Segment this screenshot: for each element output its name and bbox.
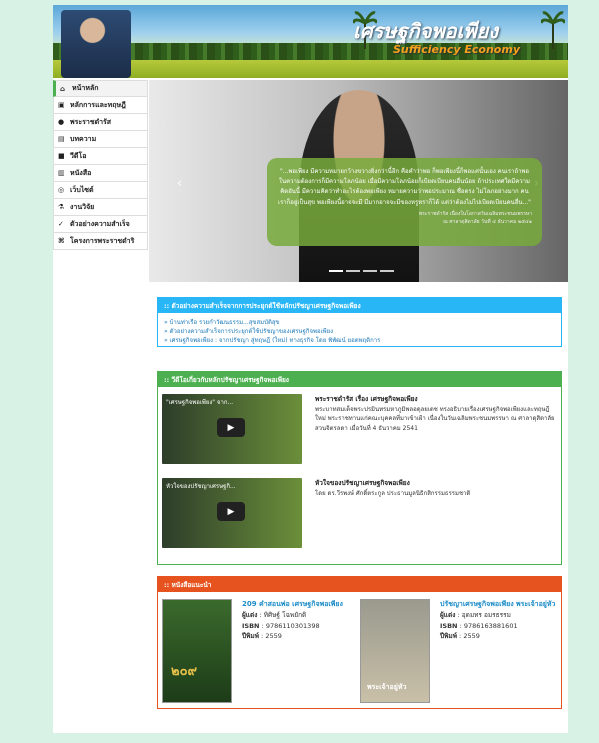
- sitemap-icon: ⌘: [58, 237, 65, 245]
- book-author-label: ผู้แต่ง: [440, 611, 456, 620]
- king-portrait-image: [61, 10, 131, 78]
- video-thumbnail[interactable]: หัวใจของปรัชญาเศรษฐกิ... ▶: [162, 478, 302, 548]
- book-info: ปรัชญาเศรษฐกิจพอเพียง พระเจ้าอยู่หัว ผู้…: [440, 599, 558, 641]
- book-author-label: ผู้แต่ง: [242, 611, 258, 620]
- sidebar-item-label: หลักการและทฤษฎี: [70, 100, 126, 109]
- page: เศรษฐกิจพอเพียง Sufficiency Economy ⌂ หน้…: [53, 5, 568, 733]
- sidebar-item-label: หนังสือ: [70, 168, 92, 177]
- slider-dot[interactable]: [363, 270, 377, 272]
- sidebar-item[interactable]: ▤ บทความ: [53, 131, 148, 148]
- document-icon: ▤: [58, 135, 65, 143]
- sidebar-item[interactable]: ⚗ งานวิจัย: [53, 199, 148, 216]
- quote-citation-1: พระราชดำรัส เนื่องในโอกาสวันเฉลิมพระชนมพ…: [418, 210, 532, 217]
- quote-text: "...พอเพียง มีความหมายกว้างขวางยิ่งกว่าน…: [278, 168, 531, 206]
- book-cover[interactable]: พระเจ้าอยู่หัว: [360, 599, 430, 703]
- play-icon[interactable]: ▶: [217, 418, 245, 437]
- sidebar-item[interactable]: ✓ ตัวอย่างความสำเร็จ: [53, 216, 148, 233]
- sidebar-item-label: ตัวอย่างความสำเร็จ: [70, 219, 130, 228]
- book-isbn-label: ISBN: [440, 621, 458, 630]
- videos-panel-heading: :: วีดีโอเกี่ยวกับหลักปรัชญาเศรษฐกิจพอเพ…: [158, 372, 561, 387]
- book-title[interactable]: ปรัชญาเศรษฐกิจพอเพียง พระเจ้าอยู่หัว: [440, 599, 558, 610]
- book-year: 2559: [463, 631, 480, 640]
- book-cover-text: ๒๐๙: [171, 664, 198, 679]
- video-title[interactable]: หัวใจของปรัชญาเศรษฐกิจพอเพียง: [315, 479, 410, 487]
- video-info: พระราชดำรัส เรื่อง เศรษฐกิจพอเพียง พระบา…: [315, 394, 555, 433]
- book-author: ทิศิษฐ์ โฉพยักติ: [263, 611, 307, 620]
- sidebar-item-label: หน้าหลัก: [72, 84, 99, 92]
- sidebar-item-label: โครงการพระราชดำริ: [70, 236, 135, 245]
- slider-dot[interactable]: [380, 270, 394, 272]
- video-info: หัวใจของปรัชญาเศรษฐกิจพอเพียง โดย ดร.วีร…: [315, 478, 555, 498]
- book-isbn: 9786110301398: [265, 621, 320, 630]
- book-author: อุดมทร อมรธรรม: [461, 611, 511, 620]
- thumbs-up-icon: ✓: [58, 220, 64, 228]
- videos-panel: :: วีดีโอเกี่ยวกับหลักปรัชญาเศรษฐกิจพอเพ…: [157, 371, 562, 565]
- globe-icon: ◎: [58, 186, 65, 194]
- books-panel-heading: :: หนังสือแนะนำ: [158, 577, 561, 592]
- sidebar-item[interactable]: ▣ หลักการและทฤษฎี: [53, 97, 148, 114]
- sidebar-item[interactable]: ■ วีดีโอ: [53, 148, 148, 165]
- book-year: 2559: [265, 631, 282, 640]
- book-isbn: 9786163881601: [463, 621, 518, 630]
- video-thumb-title: "เศรษฐกิจพอเพียง" จาก...: [166, 399, 234, 406]
- book-title[interactable]: 209 คำสอนพ่อ เศรษฐกิจพอเพียง: [242, 599, 362, 610]
- image-slider: ‹ › "...พอเพียง มีความหมายกว้างขวางยิ่งก…: [149, 80, 568, 282]
- book-info: 209 คำสอนพ่อ เศรษฐกิจพอเพียง ผู้แต่ง : ท…: [242, 599, 362, 641]
- video-icon: ■: [58, 152, 65, 160]
- quote-citation-2: ณ ศาลาดุสิดาลัย วันที่ ๔ ธันวาคม ๒๕๔๑: [443, 219, 532, 226]
- sidebar-item-label: พระราชดำรัส: [70, 117, 112, 126]
- sidebar-item[interactable]: ⌂ หน้าหลัก: [53, 80, 148, 97]
- book-year-label: ปีพิมพ์: [440, 631, 457, 640]
- slider-dot[interactable]: [329, 270, 343, 272]
- books-panel: :: หนังสือแนะนำ ๒๐๙ 209 คำสอนพ่อ เศรษฐกิ…: [157, 576, 562, 709]
- book-year-label: ปีพิมพ์: [242, 631, 259, 640]
- slider-dot[interactable]: [346, 270, 360, 272]
- book-cover-text: พระเจ้าอยู่หัว: [367, 683, 407, 691]
- book-icon: ▣: [58, 101, 65, 109]
- book-cover[interactable]: ๒๐๙: [162, 599, 232, 703]
- sidebar-item[interactable]: ● พระราชดำรัส: [53, 114, 148, 131]
- success-link[interactable]: » ตัวอย่างความสำเร็จการประยุกต์ใช้ปรัชญา…: [164, 327, 555, 336]
- video-thumbnail[interactable]: "เศรษฐกิจพอเพียง" จาก... ▶: [162, 394, 302, 464]
- video-description: โดย ดร.วีรพงษ์ ศักดิ์ตระกูล ประธานมูลนิธ…: [315, 489, 471, 497]
- sidebar-item[interactable]: ◎ เว็บไซต์: [53, 182, 148, 199]
- video-title[interactable]: พระราชดำรัส เรื่อง เศรษฐกิจพอเพียง: [315, 395, 418, 403]
- site-subtitle: Sufficiency Economy: [393, 43, 520, 56]
- video-thumb-title: หัวใจของปรัชญาเศรษฐกิ...: [166, 483, 236, 490]
- sidebar-item-label: เว็บไซต์: [70, 185, 94, 194]
- success-panel-heading: :: ตัวอย่างความสำเร็จจากการประยุกต์ใช้หล…: [158, 298, 561, 313]
- slider-indicators: [329, 270, 394, 272]
- palm-tree-icon: [541, 11, 565, 49]
- play-icon[interactable]: ▶: [217, 502, 245, 521]
- sidebar-item-label: วีดีโอ: [70, 151, 87, 160]
- book-icon: ▥: [58, 169, 65, 177]
- success-link[interactable]: » เศรษฐกิจพอเพียง : จากปรัชญา สู่ทฤษฎี (…: [164, 336, 555, 345]
- slider-prev-icon[interactable]: ‹: [177, 176, 182, 190]
- sidebar-item-label: งานวิจัย: [70, 202, 95, 211]
- success-link[interactable]: » บ้านท่าเรือ รวยกำวัฒนธรรม...สุขสมบัติส…: [164, 318, 555, 327]
- video-description: พระบาทสมเด็จพระปรมินทรมหาภูมิพลอดุลยเดช …: [315, 405, 555, 432]
- flask-icon: ⚗: [58, 203, 65, 211]
- home-icon: ⌂: [60, 84, 66, 93]
- sidebar-item[interactable]: ⌘ โครงการพระราชดำริ: [53, 233, 148, 250]
- quote-caption: "...พอเพียง มีความหมายกว้างขวางยิ่งกว่าน…: [267, 158, 542, 246]
- book-isbn-label: ISBN: [242, 621, 260, 630]
- sidebar-nav: ⌂ หน้าหลัก ▣ หลักการและทฤษฎี ● พระราชดำรัส ▤ บท…: [53, 80, 148, 250]
- sidebar-item[interactable]: ▥ หนังสือ: [53, 165, 148, 182]
- header-banner: เศรษฐกิจพอเพียง Sufficiency Economy: [53, 5, 568, 78]
- comment-icon: ●: [58, 118, 65, 126]
- success-examples-panel: :: ตัวอย่างความสำเร็จจากการประยุกต์ใช้หล…: [157, 297, 562, 347]
- sidebar-item-label: บทความ: [70, 134, 97, 143]
